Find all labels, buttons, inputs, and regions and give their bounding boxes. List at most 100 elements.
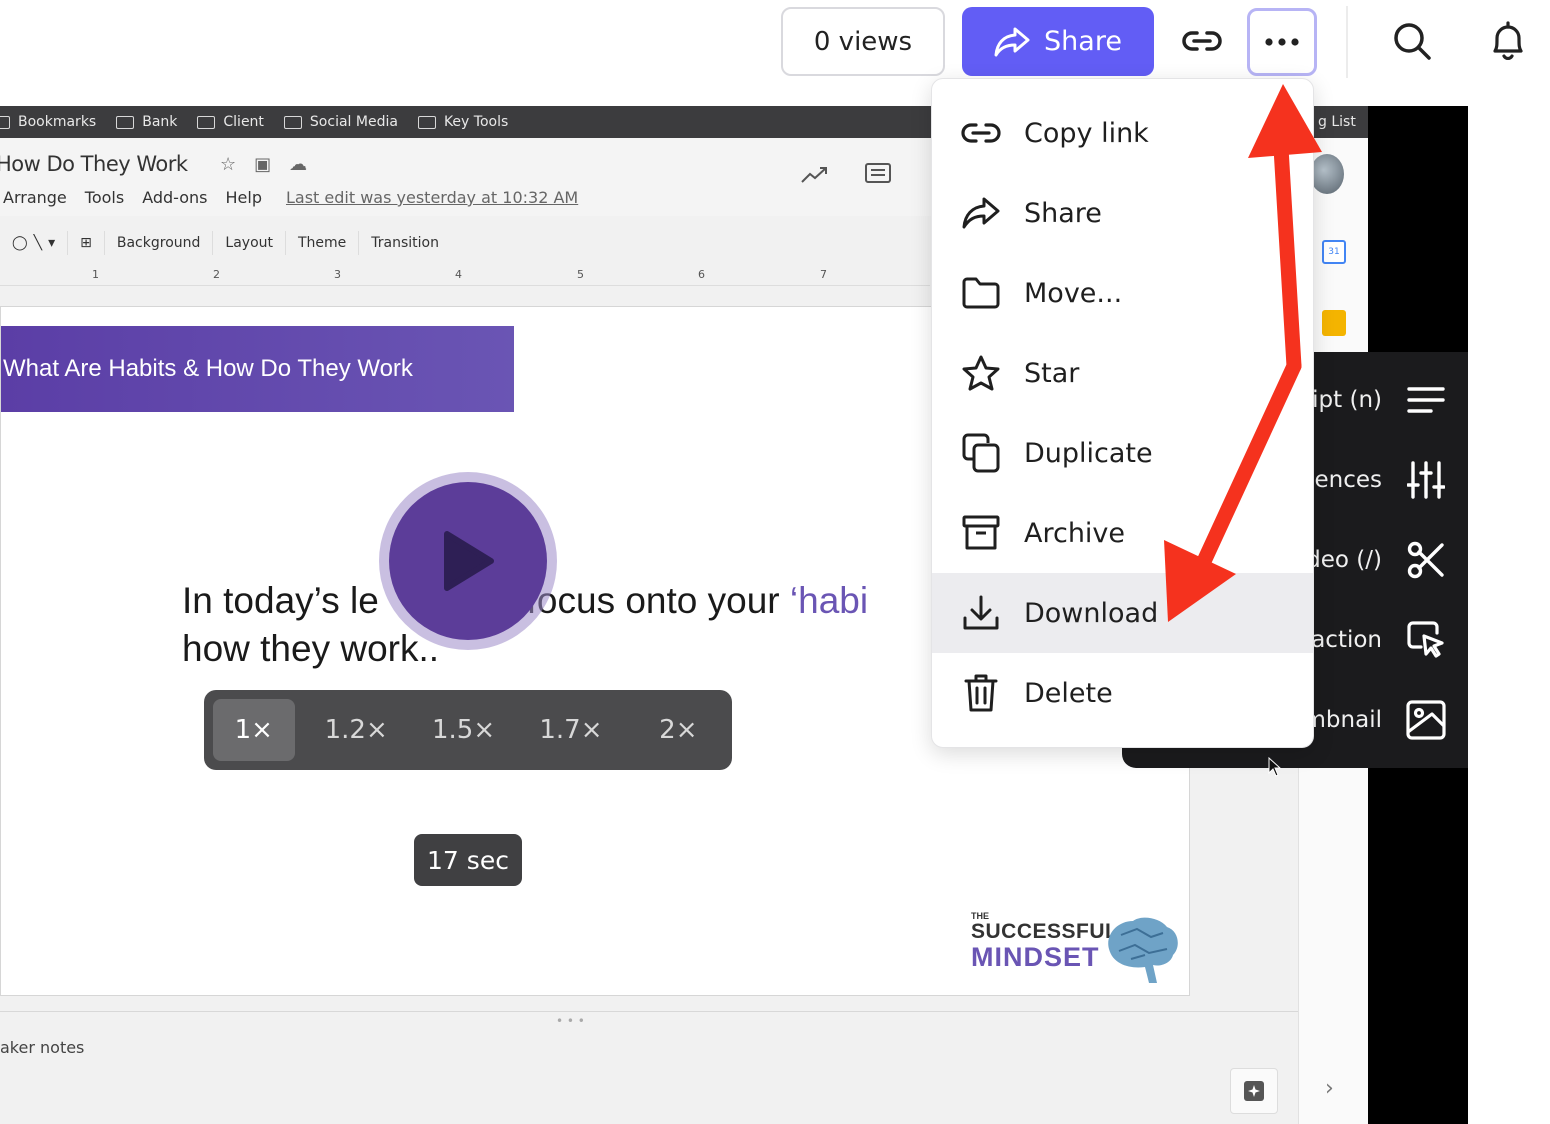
download-icon bbox=[960, 592, 1002, 634]
image-icon bbox=[1404, 698, 1448, 742]
share-arrow-icon bbox=[960, 192, 1002, 234]
header-divider bbox=[1346, 6, 1348, 78]
duplicate-icon bbox=[960, 432, 1002, 474]
share-arrow-icon bbox=[994, 27, 1030, 56]
bookmark-reading-list: g List bbox=[1318, 114, 1356, 130]
add-comment-icon: ⊞ bbox=[80, 235, 92, 251]
trash-icon bbox=[960, 672, 1002, 714]
menu-item-star[interactable]: Star bbox=[932, 333, 1313, 413]
slides-toolbar: ◯ ╲ ▾ ⊞ Background Layout Theme Transition bbox=[0, 224, 930, 262]
speed-option-1-5x[interactable]: 1.5× bbox=[410, 699, 517, 761]
search-icon bbox=[1394, 23, 1431, 60]
menu-item-download[interactable]: Download bbox=[932, 573, 1313, 653]
bookmark-item: Social Media bbox=[283, 114, 398, 130]
bookmark-item: Key Tools bbox=[417, 114, 508, 130]
speed-option-2x[interactable]: 2× bbox=[625, 699, 732, 761]
menu-item-label: Copy link bbox=[1024, 117, 1149, 149]
toolbar-comment: ⊞ bbox=[68, 231, 105, 255]
menu-addons: Add-ons bbox=[142, 188, 208, 207]
folder-icon bbox=[960, 272, 1002, 314]
menu-item-share[interactable]: Share bbox=[932, 173, 1313, 253]
bell-icon bbox=[1493, 21, 1523, 61]
menu-item-label: Archive bbox=[1024, 517, 1126, 549]
link-icon bbox=[1182, 31, 1222, 51]
more-icon bbox=[1265, 38, 1299, 46]
play-icon bbox=[444, 531, 494, 591]
top-bar: 0 views Share bbox=[0, 0, 1550, 106]
share-button[interactable]: Share bbox=[962, 7, 1154, 76]
toolbar-theme: Theme bbox=[286, 231, 360, 255]
toolbar-background: Background bbox=[105, 231, 214, 255]
scissors-icon bbox=[1404, 538, 1448, 582]
mouse-cursor-icon bbox=[1268, 757, 1282, 777]
menu-item-copy-link[interactable]: Copy link bbox=[932, 93, 1313, 173]
more-options-button[interactable] bbox=[1247, 8, 1317, 76]
document-title: How Do They Work bbox=[0, 152, 188, 176]
menu-help: Help bbox=[225, 188, 262, 207]
brain-logo-icon bbox=[1108, 917, 1178, 983]
explore-button bbox=[1230, 1068, 1278, 1114]
menu-item-label: Download bbox=[1024, 597, 1159, 629]
bookmark-item: Client bbox=[197, 114, 264, 130]
notifications-button[interactable] bbox=[1480, 12, 1536, 70]
trend-icon bbox=[801, 167, 827, 183]
preferences-icon bbox=[1404, 458, 1448, 502]
avatar bbox=[1310, 154, 1344, 194]
menu-item-archive[interactable]: Archive bbox=[932, 493, 1313, 573]
chevron-right-icon: › bbox=[1325, 1076, 1334, 1101]
slides-ruler: 1 2 3 4 5 6 7 bbox=[0, 266, 930, 286]
archive-icon bbox=[960, 512, 1002, 554]
menu-item-label: Move... bbox=[1024, 277, 1123, 309]
move-to-folder-icon: ▣ bbox=[254, 154, 272, 175]
toolbar-layout: Layout bbox=[213, 231, 286, 255]
comment-icon bbox=[865, 163, 891, 183]
menu-item-move[interactable]: Move... bbox=[932, 253, 1313, 333]
share-label: Share bbox=[1044, 26, 1122, 57]
calendar-icon: 31 bbox=[1322, 240, 1346, 264]
play-button[interactable] bbox=[389, 482, 547, 640]
chevron-down-icon: ▾ bbox=[48, 235, 56, 251]
bookmark-item: Bookmarks bbox=[0, 114, 96, 130]
folder-icon bbox=[197, 115, 216, 129]
notes-divider bbox=[0, 1011, 1298, 1012]
views-button[interactable]: 0 views bbox=[781, 7, 945, 76]
line-icon: ╲ bbox=[33, 235, 43, 251]
last-edit-text: Last edit was yesterday at 10:32 AM bbox=[285, 188, 579, 207]
star-icon bbox=[960, 352, 1002, 394]
toolbar-shape-tools: ◯ ╲ ▾ bbox=[0, 231, 69, 255]
brand-logo-text: THE SUCCESSFUL MINDSET bbox=[971, 911, 1119, 972]
more-options-menu: Copy link Share Move... Star Duplicate A… bbox=[931, 78, 1314, 748]
speed-option-1-2x[interactable]: 1.2× bbox=[303, 699, 410, 761]
search-button[interactable] bbox=[1384, 12, 1440, 70]
toolbar-transition: Transition bbox=[371, 235, 439, 251]
menu-item-label: Delete bbox=[1024, 677, 1113, 709]
speaker-notes: aker notes bbox=[0, 1038, 85, 1057]
folder-icon bbox=[116, 115, 135, 129]
menu-item-delete[interactable]: Delete bbox=[932, 653, 1313, 733]
notes-resizer-icon: • • • bbox=[556, 1014, 585, 1028]
slides-menu-bar: Arrange Tools Add-ons Help Last edit was… bbox=[3, 188, 578, 207]
menu-item-label: Duplicate bbox=[1024, 437, 1153, 469]
title-icons: ☆ ▣ ☁ bbox=[220, 154, 307, 175]
menu-arrange: Arrange bbox=[3, 188, 67, 207]
speed-option-1-7x[interactable]: 1.7× bbox=[517, 699, 624, 761]
speed-option-1x[interactable]: 1× bbox=[213, 699, 295, 761]
star-icon: ☆ bbox=[220, 154, 237, 175]
folder-icon bbox=[283, 115, 302, 129]
menu-item-duplicate[interactable]: Duplicate bbox=[932, 413, 1313, 493]
slide-banner: What Are Habits & How Do They Work bbox=[1, 326, 514, 412]
copy-link-button[interactable] bbox=[1172, 10, 1232, 72]
duration-badge: 17 sec bbox=[414, 834, 522, 886]
explore-icon bbox=[1244, 1081, 1264, 1101]
folder-icon bbox=[417, 115, 436, 129]
keep-icon bbox=[1322, 310, 1346, 336]
call-to-action-icon bbox=[1404, 618, 1448, 662]
link-icon bbox=[960, 112, 1002, 154]
cloud-icon: ☁ bbox=[289, 154, 308, 175]
menu-item-label: Star bbox=[1024, 357, 1080, 389]
menu-item-label: Share bbox=[1024, 197, 1102, 229]
views-label: 0 views bbox=[813, 26, 913, 57]
bookmark-item: Bank bbox=[116, 114, 177, 130]
shape-icon: ◯ bbox=[12, 235, 28, 251]
folder-icon bbox=[0, 115, 10, 129]
